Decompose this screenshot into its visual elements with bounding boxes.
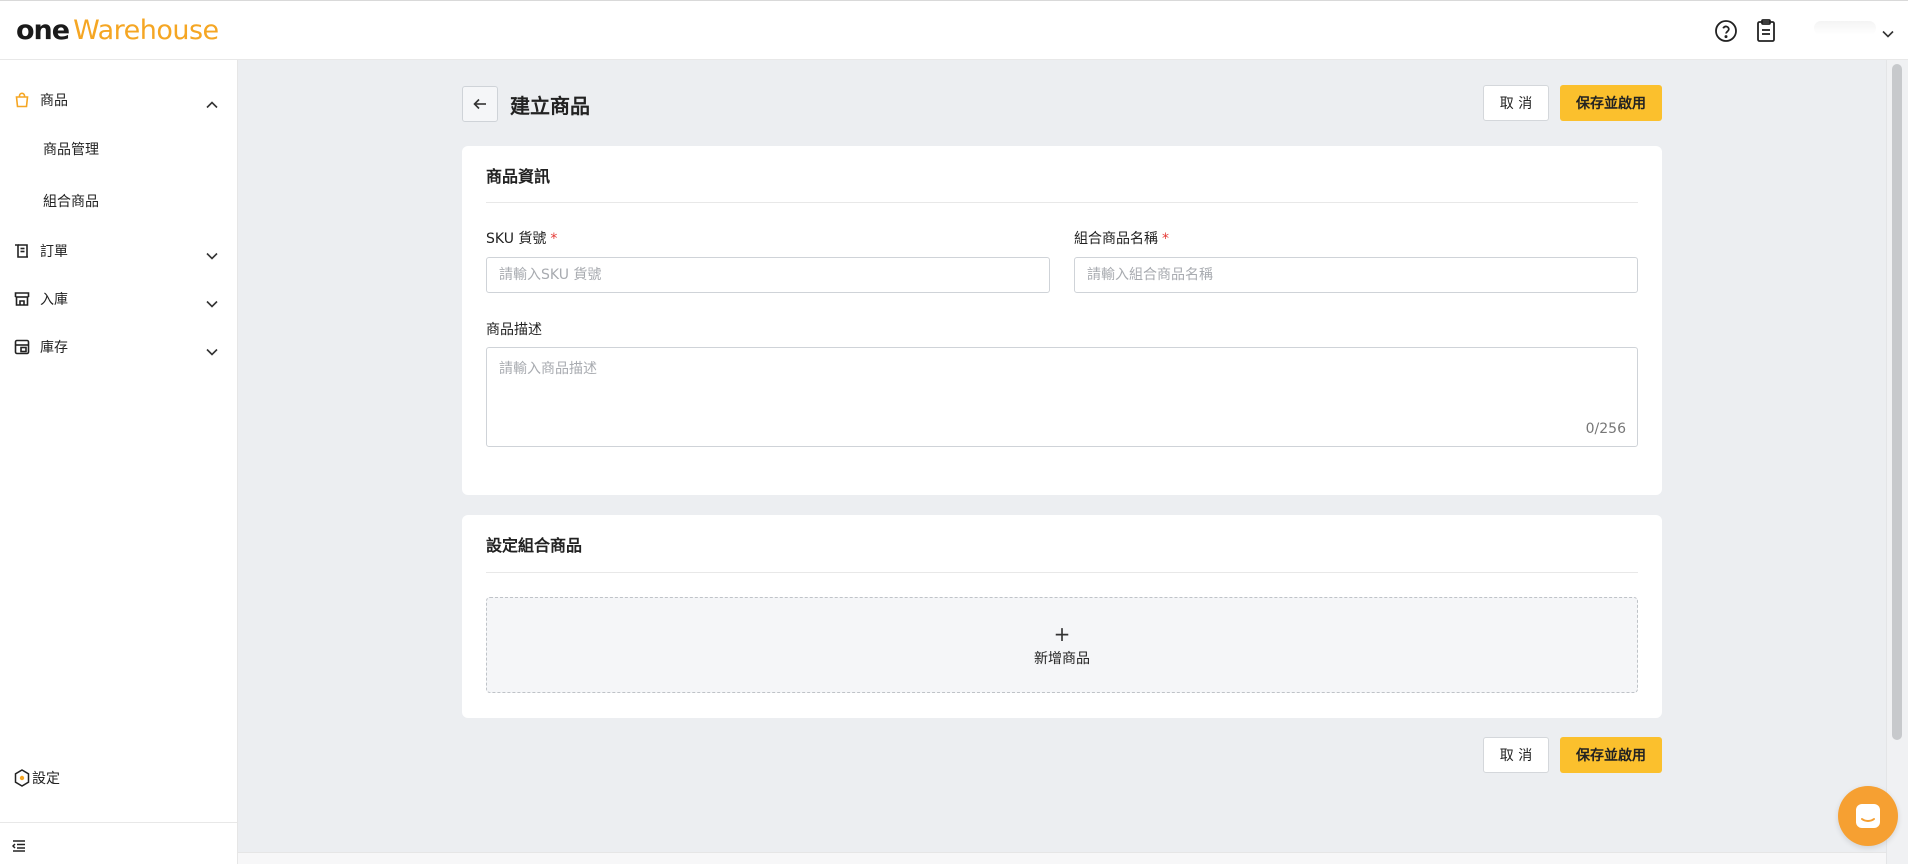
sidebar-footer — [0, 822, 237, 864]
chevron-down-icon — [1882, 23, 1894, 42]
bundle-name-label-text: 組合商品名稱 — [1074, 231, 1158, 247]
footer-cancel-button[interactable]: 取 消 — [1483, 737, 1549, 773]
vertical-scrollbar[interactable] — [1886, 60, 1908, 864]
arrow-left-icon — [473, 98, 487, 110]
chevron-down-icon — [206, 293, 218, 312]
user-menu[interactable] — [1796, 17, 1904, 47]
sidebar-item-label: 訂單 — [40, 244, 68, 260]
sidebar-item-bundle-products[interactable]: 組合商品 — [0, 183, 238, 219]
inbound-store-icon — [14, 291, 30, 307]
sidebar-item-inventory[interactable]: 庫存 — [0, 329, 238, 365]
section-title: 商品資訊 — [486, 167, 551, 186]
chevron-down-icon — [206, 245, 218, 264]
bundle-name-label: 組合商品名稱 * — [1074, 228, 1169, 248]
required-mark: * — [550, 231, 558, 247]
bottom-strip — [238, 852, 1886, 864]
scrollbar-thumb[interactable] — [1892, 64, 1902, 740]
description-char-counter: 0/256 — [1585, 421, 1626, 437]
bundle-name-input[interactable] — [1074, 257, 1638, 293]
divider — [486, 572, 1638, 573]
save-enable-button[interactable]: 保存並啟用 — [1560, 85, 1662, 121]
logo-warehouse-text: Warehouse — [73, 15, 219, 46]
sidebar-item-product-management[interactable]: 商品管理 — [0, 131, 238, 167]
section-title: 設定組合商品 — [486, 536, 583, 555]
sku-label-text: SKU 貨號 — [486, 231, 547, 247]
description-label: 商品描述 — [486, 322, 542, 338]
shopping-bag-icon — [14, 92, 30, 108]
bundle-setup-card: 設定組合商品 + 新增商品 — [462, 515, 1662, 718]
sidebar-item-inbound[interactable]: 入庫 — [0, 281, 238, 317]
chat-bubble-icon — [1854, 802, 1882, 830]
page-title: 建立商品 — [510, 94, 590, 118]
product-info-card: 商品資訊 SKU 貨號* 組合商品名稱* 商品描述 0/256 — [462, 146, 1662, 495]
chevron-down-icon — [206, 341, 218, 360]
clipboard-icon[interactable] — [1752, 17, 1780, 45]
sidebar-item-label: 庫存 — [40, 340, 68, 356]
chat-launcher-button[interactable] — [1838, 786, 1898, 846]
sidebar: 商品 商品管理 組合商品 訂單 入庫 庫存 設定 — [0, 60, 238, 864]
divider — [486, 202, 1638, 203]
top-bar: one Warehouse — [0, 0, 1908, 60]
sidebar-item-orders[interactable]: 訂單 — [0, 233, 238, 269]
avatar — [1814, 21, 1876, 35]
help-icon[interactable] — [1712, 17, 1740, 45]
page-header: 建立商品 取 消 保存並啟用 — [462, 85, 1662, 123]
sku-input[interactable] — [486, 257, 1050, 293]
app-logo[interactable]: one Warehouse — [16, 13, 219, 49]
inventory-icon — [14, 339, 30, 355]
chevron-up-icon — [206, 94, 218, 113]
back-button[interactable] — [462, 86, 498, 122]
sku-label: SKU 貨號 * — [486, 228, 557, 248]
required-mark: * — [1162, 231, 1169, 247]
plus-icon: + — [1053, 622, 1071, 646]
add-product-label: 新增商品 — [1034, 651, 1090, 667]
footer-save-enable-button[interactable]: 保存並啟用 — [1560, 737, 1662, 773]
collapse-menu-icon[interactable] — [11, 837, 26, 856]
sidebar-item-label: 入庫 — [40, 292, 68, 308]
cancel-button[interactable]: 取 消 — [1483, 85, 1549, 121]
settings-hexagon-icon — [14, 769, 30, 787]
logo-one-text: one — [16, 15, 70, 46]
order-list-icon — [14, 243, 30, 259]
settings-label: 設定 — [32, 771, 60, 787]
add-product-button[interactable]: + 新增商品 — [486, 597, 1638, 693]
sidebar-item-label: 商品 — [40, 93, 68, 109]
description-textarea[interactable] — [486, 347, 1638, 447]
sidebar-item-settings[interactable]: 設定 — [14, 768, 60, 788]
sidebar-item-products[interactable]: 商品 — [0, 82, 238, 118]
